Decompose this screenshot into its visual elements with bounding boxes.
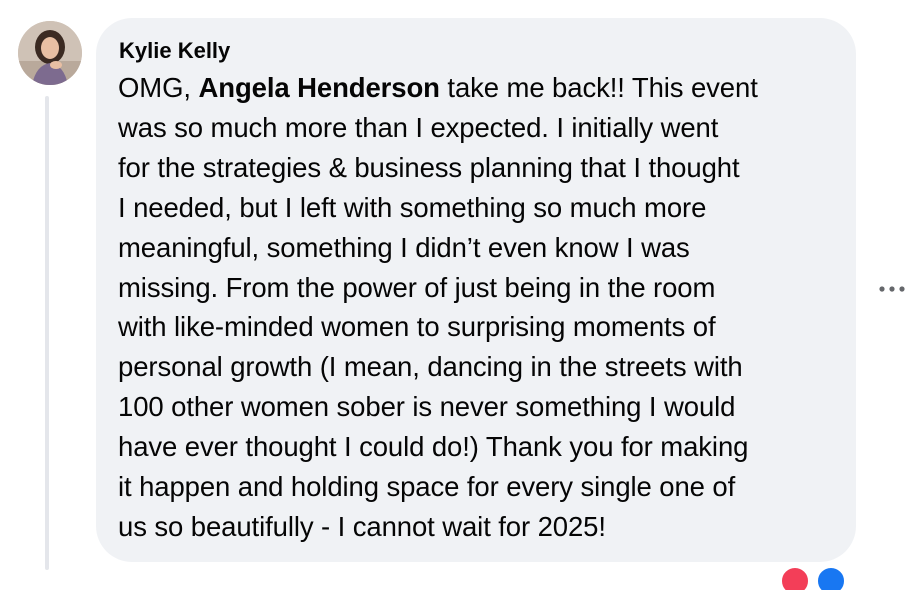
reaction-summary[interactable]: [778, 566, 858, 590]
love-reaction-icon: [780, 566, 810, 590]
more-horizontal-icon: [879, 286, 905, 292]
author-avatar[interactable]: [18, 21, 82, 85]
comment-line: OMG, Angela Henderson take me back!! Thi…: [118, 68, 834, 108]
comment-line: it happen and holding space for every si…: [118, 471, 736, 503]
comment-bubble: Kylie Kelly OMG, Angela Henderson take m…: [96, 18, 856, 562]
reply-thread-line: [45, 96, 49, 570]
comment-line: was so much more than I expected. I init…: [118, 111, 719, 143]
comment-line: for the strategies & business planning t…: [118, 151, 740, 183]
comment-text-fragment: take me back!! This event: [439, 72, 758, 103]
comment-body: OMG, Angela Henderson take me back!! Thi…: [118, 68, 834, 547]
more-options-button[interactable]: [872, 272, 912, 306]
comment-line: with like-minded women to surprising mom…: [118, 311, 716, 343]
avatar-photo-icon: [18, 21, 82, 85]
comment-text-fragment: OMG,: [118, 72, 199, 103]
comment-line: I needed, but I left with something so m…: [118, 191, 707, 223]
comment-line: personal growth (I mean, dancing in the …: [118, 351, 743, 383]
comment-line: 100 other women sober is never something…: [118, 391, 736, 423]
mention-link[interactable]: Angela Henderson: [198, 72, 439, 103]
comment-line: us so beautifully - I cannot wait for 20…: [118, 510, 606, 542]
comment-line: missing. From the power of just being in…: [118, 271, 716, 303]
comment-author-name[interactable]: Kylie Kelly: [119, 37, 834, 65]
comment-line: have ever thought I could do!) Thank you…: [118, 431, 749, 463]
like-reaction-icon: [816, 566, 846, 590]
comment-line: meaningful, something I didn’t even know…: [118, 231, 690, 263]
